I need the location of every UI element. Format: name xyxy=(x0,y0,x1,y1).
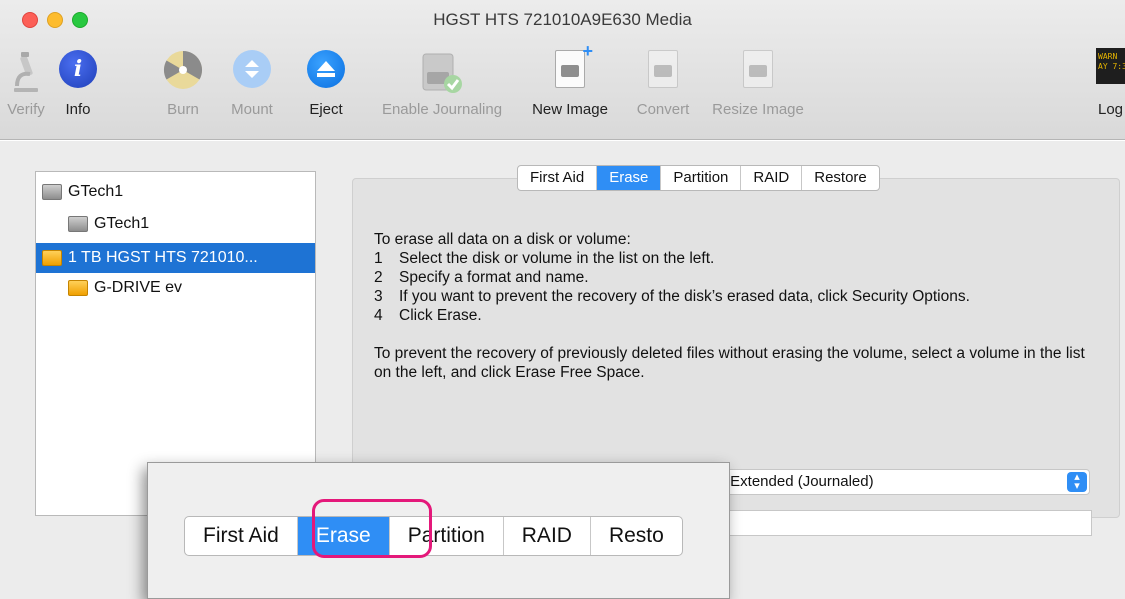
toolbar-info-button[interactable]: i Info xyxy=(56,44,100,124)
chevron-updown-icon: ▴ ▾ xyxy=(1067,472,1087,492)
toolbar-burn-label: Burn xyxy=(167,101,199,118)
tab-erase[interactable]: Erase xyxy=(597,166,662,190)
toolbar-resize-image-button[interactable]: Resize Image xyxy=(704,44,812,124)
toolbar-eject-label: Eject xyxy=(309,101,343,118)
sidebar-item-gtech1-volume[interactable]: GTech1 xyxy=(36,209,315,239)
sidebar-item-label: G-DRIVE ev xyxy=(94,279,183,296)
resize-image-icon xyxy=(743,50,773,88)
sidebar-item-label: GTech1 xyxy=(94,215,150,232)
tab-bar: First Aid Erase Partition RAID Restore xyxy=(517,165,880,191)
log-icon[interactable]: WARN AY 7:3 xyxy=(1096,48,1125,84)
microscope-icon xyxy=(8,50,44,99)
toolbar-new-image-label: New Image xyxy=(532,101,608,118)
info-icon: i xyxy=(59,50,97,88)
zoom-tab-raid: RAID xyxy=(504,517,591,555)
instructions-free-space: To prevent the recovery of previously de… xyxy=(374,345,1085,381)
format-select-value: S Extended (Journaled) xyxy=(716,473,874,490)
zoom-tab-partition: Partition xyxy=(390,517,504,555)
convert-icon xyxy=(648,50,678,88)
tab-partition[interactable]: Partition xyxy=(661,166,742,190)
volume-icon xyxy=(68,216,88,232)
tab-restore[interactable]: Restore xyxy=(802,166,879,190)
mount-icon xyxy=(233,50,271,88)
toolbar-convert-button[interactable]: Convert xyxy=(626,44,700,124)
zoom-tab-first-aid: First Aid xyxy=(185,517,298,555)
tab-raid[interactable]: RAID xyxy=(741,166,803,190)
tab-first-aid[interactable]: First Aid xyxy=(518,166,598,190)
sidebar-item-hgst-disk[interactable]: 1 TB HGST HTS 721010... xyxy=(36,243,315,273)
sidebar-item-g-drive-volume[interactable]: G-DRIVE ev xyxy=(36,273,315,303)
burn-icon xyxy=(163,50,203,95)
window-title: HGST HTS 721010A9E630 Media xyxy=(433,10,692,29)
new-image-icon: + xyxy=(555,42,593,88)
zoom-tab-erase: Erase xyxy=(297,517,390,555)
journaling-icon xyxy=(419,50,465,99)
toolbar-log-label[interactable]: Log xyxy=(1098,101,1123,118)
eject-icon xyxy=(307,50,345,88)
toolbar-info-label: Info xyxy=(65,101,91,118)
sidebar-item-gtech1-disk[interactable]: GTech1 xyxy=(36,177,315,207)
window-titlebar: HGST HTS 721010A9E630 Media Verify i Inf… xyxy=(0,0,1125,140)
toolbar-eject-button[interactable]: Eject xyxy=(304,44,348,124)
zoom-callout: First Aid Erase Partition RAID Resto xyxy=(147,462,730,599)
toolbar-enable-journaling-label: Enable Journaling xyxy=(381,101,503,118)
toolbar-verify-button[interactable]: Verify xyxy=(4,44,48,124)
toolbar-burn-button[interactable]: Burn xyxy=(160,44,206,124)
disk-icon xyxy=(42,250,62,266)
instruction-step: 4 Click Erase. xyxy=(374,307,482,324)
toolbar-convert-label: Convert xyxy=(636,101,690,118)
erase-instructions: To erase all data on a disk or volume: 1… xyxy=(374,230,1094,382)
name-field[interactable] xyxy=(700,510,1092,536)
toolbar-enable-journaling-button[interactable]: Enable Journaling xyxy=(370,44,514,124)
instruction-step: 3 If you want to prevent the recovery of … xyxy=(374,288,970,305)
toolbar-verify-label: Verify xyxy=(7,101,45,118)
sidebar-item-label: GTech1 xyxy=(68,183,124,200)
instruction-step: 2 Specify a format and name. xyxy=(374,269,589,286)
toolbar-new-image-button[interactable]: + New Image xyxy=(520,42,620,124)
toolbar-resize-image-label: Resize Image xyxy=(712,101,804,118)
zoom-tab-bar: First Aid Erase Partition RAID Resto xyxy=(184,516,683,556)
volume-icon xyxy=(68,280,88,296)
instruction-step: 1 Select the disk or volume in the list … xyxy=(374,250,715,267)
disk-icon xyxy=(42,184,62,200)
zoom-tab-restore: Resto xyxy=(608,524,664,547)
toolbar-mount-label: Mount xyxy=(231,101,273,118)
instructions-intro: To erase all data on a disk or volume: xyxy=(374,231,631,248)
toolbar-mount-button[interactable]: Mount xyxy=(222,44,282,124)
sidebar-item-label: 1 TB HGST HTS 721010... xyxy=(68,249,258,266)
